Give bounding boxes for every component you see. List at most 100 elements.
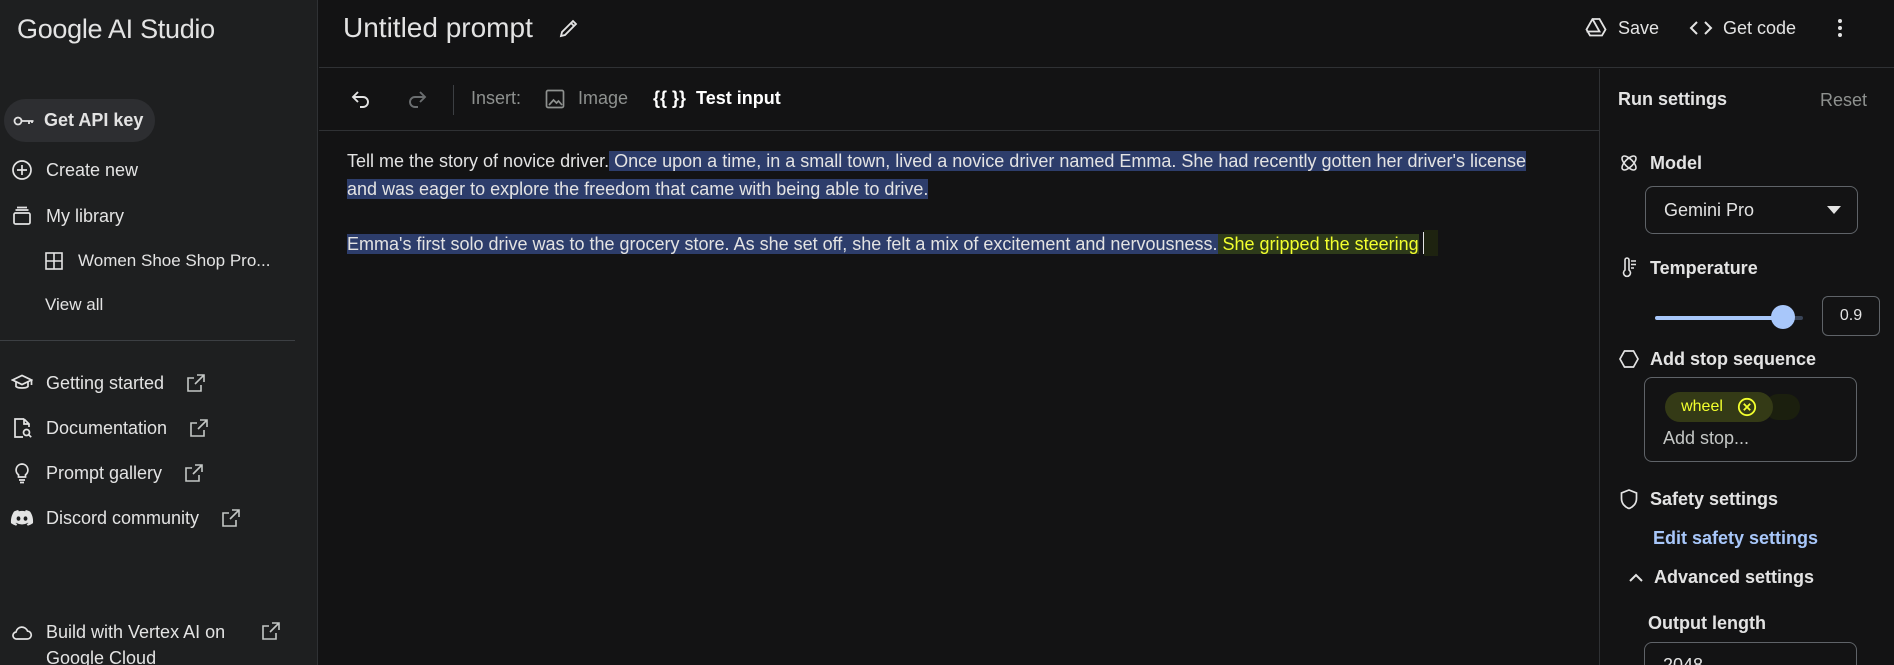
safety-heading: Safety settings xyxy=(1618,488,1778,510)
shield-icon xyxy=(1618,488,1640,510)
library-icon xyxy=(10,204,34,228)
cursor-shadow xyxy=(1423,230,1438,256)
vertex-line-1: Build with Vertex AI on xyxy=(46,622,226,642)
output-length-value: 2048 xyxy=(1663,655,1704,665)
insert-label: Insert: xyxy=(471,88,522,108)
model-select[interactable]: Gemini Pro xyxy=(1645,186,1858,234)
prompt-gallery-label: Prompt gallery xyxy=(46,462,163,483)
toolbar-separator xyxy=(453,85,454,115)
my-library-label: My library xyxy=(46,205,125,226)
temperature-heading: Temperature xyxy=(1618,257,1758,279)
chevron-up-icon xyxy=(1628,573,1644,583)
image-label: Image xyxy=(578,88,629,108)
discord-icon xyxy=(10,506,34,530)
editor-paragraph-2: Emma's first solo drive was to the groce… xyxy=(347,230,1599,258)
generated-highlight-text: She gripped the steering xyxy=(1217,234,1419,254)
my-library-button[interactable]: My library xyxy=(10,204,124,228)
discord-label: Discord community xyxy=(46,507,200,528)
remove-chip-icon[interactable] xyxy=(1737,397,1757,417)
undo-icon[interactable] xyxy=(349,87,373,116)
graduation-cap-icon xyxy=(10,371,34,395)
safety-label: Safety settings xyxy=(1650,488,1779,509)
insert-image-button[interactable]: Image xyxy=(544,88,628,110)
create-new-label: Create new xyxy=(46,159,139,180)
edit-safety-settings-link[interactable]: Edit safety settings xyxy=(1653,528,1818,549)
save-button[interactable]: Save xyxy=(1584,16,1659,40)
selected-text: Once upon a time, in a small town, lived… xyxy=(609,151,1526,171)
open-in-new-icon xyxy=(189,418,209,438)
getting-started-link[interactable]: Getting started xyxy=(10,371,206,395)
editor-paragraph-1: Tell me the story of novice driver. Once… xyxy=(347,147,1599,203)
advanced-settings-label: Advanced settings xyxy=(1654,567,1815,587)
selected-text: Emma's first solo drive was to the groce… xyxy=(347,234,1218,254)
prompt-text: Tell me the story of novice driver. xyxy=(347,151,610,171)
stop-sequence-chip[interactable]: wheel xyxy=(1665,392,1773,422)
save-label: Save xyxy=(1618,17,1660,38)
open-in-new-icon xyxy=(186,373,206,393)
model-value: Gemini Pro xyxy=(1664,199,1755,220)
editor-toolbar: Insert: Image {{ }} Test input xyxy=(319,69,1599,131)
get-code-button[interactable]: Get code xyxy=(1689,16,1796,40)
open-in-new-icon xyxy=(184,463,204,483)
model-label: Model xyxy=(1650,152,1702,173)
brand-logo: Google AI Studio xyxy=(17,14,215,44)
thermometer-icon xyxy=(1618,257,1640,279)
vertex-ai-link[interactable]: Build with Vertex AI on Google Cloud xyxy=(10,619,281,665)
header-bar: Untitled prompt Save Get code xyxy=(319,0,1894,68)
cloud-icon xyxy=(10,621,34,645)
run-settings-title: Run settings xyxy=(1618,89,1728,109)
get-api-key-button[interactable]: Get API key xyxy=(4,99,155,142)
grid-icon xyxy=(42,249,66,273)
add-circle-icon xyxy=(10,158,34,182)
vertex-ai-label: Build with Vertex AI on Google Cloud xyxy=(46,619,225,665)
edit-title-pencil-icon[interactable] xyxy=(557,16,581,45)
model-heading: Model xyxy=(1618,152,1702,174)
lightbulb-icon xyxy=(10,461,34,485)
page-title: Untitled prompt xyxy=(343,12,533,43)
library-item-women-shoe-shop[interactable]: Women Shoe Shop Pro... xyxy=(42,249,270,273)
image-icon xyxy=(544,88,566,110)
temperature-slider-thumb[interactable] xyxy=(1771,305,1795,329)
advanced-settings-toggle[interactable]: Advanced settings xyxy=(1628,567,1814,588)
library-item-label: Women Shoe Shop Pro... xyxy=(78,251,271,270)
key-icon xyxy=(12,109,36,133)
prompt-gallery-link[interactable]: Prompt gallery xyxy=(10,461,204,485)
open-in-new-icon xyxy=(261,621,281,641)
temperature-input[interactable]: 0.9 xyxy=(1822,296,1880,336)
sidebar: Google AI Studio Get API key Create new … xyxy=(0,0,318,665)
documentation-link[interactable]: Documentation xyxy=(10,416,209,440)
add-stop-input[interactable]: Add stop... xyxy=(1663,428,1749,449)
hexagon-icon xyxy=(1618,348,1640,370)
get-api-key-label: Get API key xyxy=(44,110,144,130)
braces-icon: {{ }} xyxy=(653,88,687,108)
model-spark-icon xyxy=(1618,152,1640,174)
more-vert-icon[interactable] xyxy=(1834,16,1846,45)
drive-icon xyxy=(1584,16,1608,40)
output-length-input[interactable]: 2048 xyxy=(1644,642,1857,665)
selected-text: and was eager to explore the freedom tha… xyxy=(347,179,929,199)
documentation-label: Documentation xyxy=(46,417,168,438)
stop-chip-label: wheel xyxy=(1681,398,1723,415)
discord-community-link[interactable]: Discord community xyxy=(10,506,241,530)
temperature-label: Temperature xyxy=(1650,257,1758,278)
output-length-label: Output length xyxy=(1648,613,1766,633)
test-input-label: Test input xyxy=(696,88,781,108)
prompt-editor[interactable]: Tell me the story of novice driver. Once… xyxy=(347,147,1599,258)
test-input-button[interactable]: {{ }} Test input xyxy=(653,88,781,109)
view-all-link[interactable]: View all xyxy=(45,295,103,315)
get-code-label: Get code xyxy=(1723,17,1797,38)
stop-sequence-heading: Add stop sequence xyxy=(1618,348,1816,370)
stop-sequence-field[interactable]: wheel Add stop... xyxy=(1644,377,1857,462)
stop-sequence-label: Add stop sequence xyxy=(1650,348,1817,369)
create-new-button[interactable]: Create new xyxy=(10,158,138,182)
getting-started-label: Getting started xyxy=(46,372,165,393)
vertex-line-2: Google Cloud xyxy=(46,648,157,665)
document-search-icon xyxy=(10,416,34,440)
dropdown-arrow-icon xyxy=(1827,206,1841,214)
sidebar-divider xyxy=(0,340,295,341)
open-in-new-icon xyxy=(221,508,241,528)
code-icon xyxy=(1689,16,1713,40)
reset-button[interactable]: Reset xyxy=(1820,90,1867,111)
redo-icon[interactable] xyxy=(405,87,429,116)
